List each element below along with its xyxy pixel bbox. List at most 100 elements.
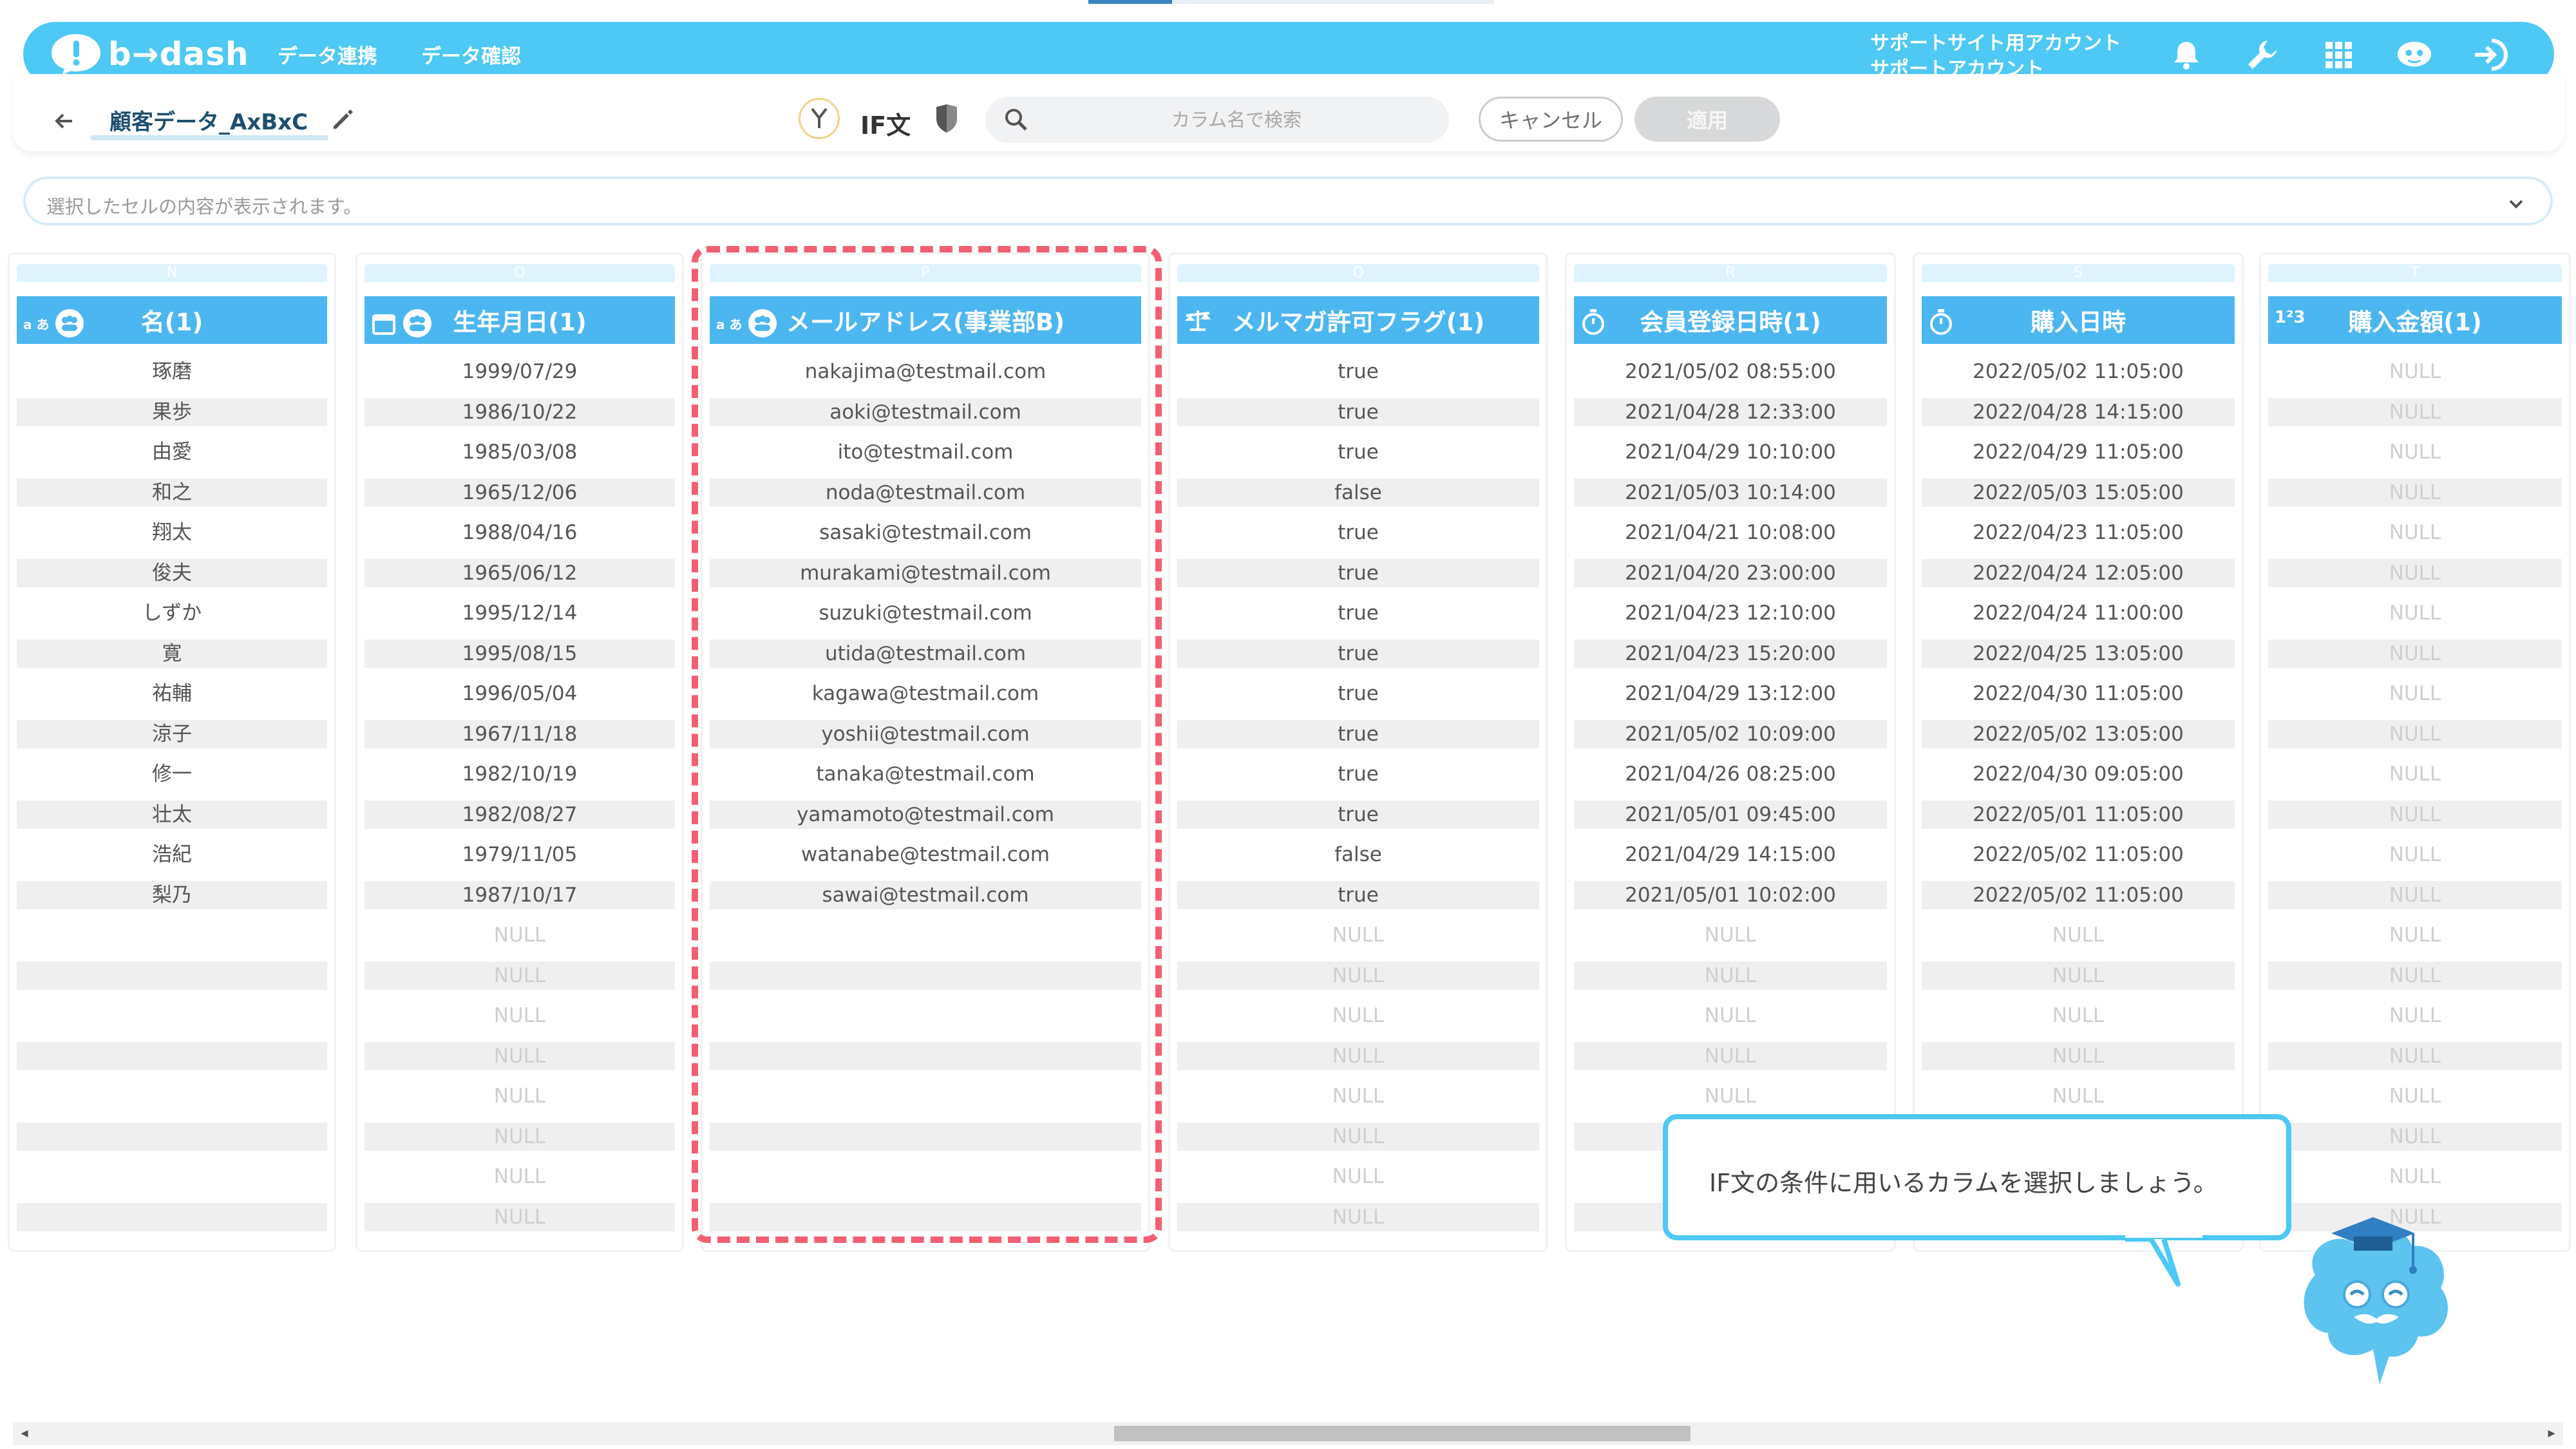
table-cell[interactable]: 1995/12/14 — [365, 599, 675, 627]
column-letter[interactable]: S — [1922, 264, 2235, 282]
table-cell[interactable]: 1985/03/08 — [365, 438, 675, 466]
table-cell[interactable]: NULL — [365, 921, 675, 949]
scroll-right-icon[interactable]: ▸ — [2544, 1426, 2559, 1441]
column-o[interactable]: O 生年月日(1) 1999/07/29 1986/10/22 1985/03/08 19… — [355, 252, 684, 1252]
table-cell[interactable]: NULL — [2268, 478, 2562, 507]
table-cell[interactable]: 2021/05/03 10:14:00 — [1574, 478, 1887, 507]
table-cell[interactable]: NULL — [1922, 921, 2235, 949]
table-cell[interactable]: true — [1177, 558, 1539, 587]
scroll-thumb[interactable] — [1114, 1426, 1690, 1441]
table-cell[interactable]: NULL — [2268, 518, 2562, 547]
table-cell[interactable]: NULL — [1574, 1082, 1887, 1110]
table-cell[interactable]: NULL — [1922, 961, 2235, 990]
table-cell[interactable]: 2022/05/02 13:05:00 — [1922, 719, 2235, 748]
table-cell[interactable]: NULL — [365, 1041, 675, 1070]
logout-icon[interactable] — [2472, 36, 2509, 73]
table-cell[interactable]: 1982/08/27 — [365, 800, 675, 829]
table-cell[interactable]: 1986/10/22 — [365, 397, 675, 426]
table-cell[interactable]: NULL — [2268, 961, 2562, 990]
table-cell[interactable]: true — [1177, 800, 1539, 829]
table-cell[interactable]: 2022/04/29 11:05:00 — [1922, 438, 2235, 466]
search-input[interactable] — [1043, 103, 1430, 137]
table-cell[interactable]: true — [1177, 760, 1539, 788]
back-arrow-icon[interactable] — [52, 108, 77, 134]
table-cell[interactable]: 1979/11/05 — [365, 840, 675, 869]
table-cell[interactable]: NULL — [365, 1162, 675, 1191]
table-cell[interactable]: NULL — [1177, 1202, 1539, 1231]
horizontal-scrollbar[interactable]: ◂ ▸ — [13, 1422, 2563, 1445]
table-cell[interactable]: false — [1177, 840, 1539, 869]
column-header[interactable]: a あ 名(1) — [17, 296, 327, 344]
table-cell[interactable]: 1987/10/17 — [365, 880, 675, 909]
table-cell[interactable]: 2022/05/02 11:05:00 — [1922, 357, 2235, 386]
table-cell[interactable]: 2021/05/01 10:02:00 — [1574, 880, 1887, 909]
table-cell[interactable]: 2021/05/02 10:09:00 — [1574, 719, 1887, 748]
table-cell[interactable]: NULL — [2268, 760, 2562, 788]
table-cell[interactable]: 涼子 — [17, 719, 327, 748]
table-cell[interactable]: 2021/04/29 13:12:00 — [1574, 679, 1887, 708]
table-cell[interactable]: true — [1177, 518, 1539, 547]
table-cell[interactable]: 2022/04/30 11:05:00 — [1922, 679, 2235, 708]
table-cell[interactable] — [17, 961, 327, 990]
table-cell[interactable]: NULL — [1177, 961, 1539, 990]
table-cell[interactable]: 2021/04/23 12:10:00 — [1574, 599, 1887, 627]
table-cell[interactable]: 寛 — [17, 639, 327, 668]
table-cell[interactable]: NULL — [1177, 921, 1539, 949]
nav-data-integration[interactable]: データ連携 — [278, 40, 377, 69]
table-cell[interactable] — [17, 921, 327, 949]
column-q[interactable]: Q メルマガ許可フラグ(1) true true true false true true tr… — [1168, 252, 1548, 1252]
table-cell[interactable]: NULL — [365, 1202, 675, 1231]
if-label[interactable]: IF文 — [860, 106, 911, 141]
table-cell[interactable]: 2022/05/01 11:05:00 — [1922, 800, 2235, 829]
table-cell[interactable]: 2021/04/29 10:10:00 — [1574, 438, 1887, 466]
table-cell[interactable]: NULL — [365, 1001, 675, 1030]
table-cell[interactable]: true — [1177, 357, 1539, 386]
table-cell[interactable]: 2022/04/23 11:05:00 — [1922, 518, 2235, 547]
table-cell[interactable]: 1988/04/16 — [365, 518, 675, 547]
column-header[interactable]: 生年月日(1) — [365, 296, 675, 344]
table-cell[interactable]: NULL — [365, 1082, 675, 1110]
table-cell[interactable]: NULL — [2268, 357, 2562, 386]
table-cell[interactable]: NULL — [2268, 1162, 2562, 1191]
table-cell[interactable]: しずか — [17, 599, 327, 627]
table-cell[interactable]: true — [1177, 438, 1539, 466]
table-cell[interactable]: NULL — [2268, 438, 2562, 466]
table-cell[interactable]: NULL — [2268, 397, 2562, 426]
chevron-down-icon[interactable] — [2505, 193, 2527, 215]
cell-preview[interactable]: 選択したセルの内容が表示されます。 — [23, 176, 2553, 225]
table-cell[interactable]: NULL — [1922, 1001, 2235, 1030]
table-cell[interactable]: 1982/10/19 — [365, 760, 675, 788]
column-letter[interactable]: Q — [1177, 264, 1539, 282]
column-t[interactable]: T 1²3 購入金額(1) NULL NULL NULL NULL NULL NULL NULL N… — [2259, 252, 2571, 1252]
column-header[interactable]: 会員登録日時(1) — [1574, 296, 1887, 344]
nav-data-check[interactable]: データ確認 — [421, 40, 521, 69]
table-cell[interactable] — [17, 1001, 327, 1030]
column-letter[interactable]: N — [17, 264, 327, 282]
table-cell[interactable]: 1967/11/18 — [365, 719, 675, 748]
mascot-face-icon[interactable] — [2396, 36, 2433, 73]
grid-icon[interactable] — [2320, 36, 2357, 73]
column-header[interactable]: 1²3 購入金額(1) — [2268, 296, 2562, 344]
column-n[interactable]: Na あ 名(1) 琢磨 果歩 由愛 和之 翔太 俊夫 しずか寛祐輔 涼子 修一 壮太 浩紀 梨乃 — [8, 252, 336, 1252]
table-cell[interactable]: NULL — [365, 961, 675, 990]
table-cell[interactable] — [17, 1122, 327, 1151]
table-cell[interactable]: 2021/04/23 15:20:00 — [1574, 639, 1887, 668]
cancel-button[interactable]: キャンセル — [1479, 97, 1623, 142]
table-cell[interactable]: 1999/07/29 — [365, 357, 675, 386]
table-cell[interactable]: 1996/05/04 — [365, 679, 675, 708]
wrench-icon[interactable] — [2244, 36, 2281, 73]
table-cell[interactable]: NULL — [1574, 961, 1887, 990]
bell-icon[interactable] — [2168, 36, 2205, 73]
table-cell[interactable]: 2022/04/24 12:05:00 — [1922, 558, 2235, 587]
table-cell[interactable]: 2021/04/26 08:25:00 — [1574, 760, 1887, 788]
table-cell[interactable]: NULL — [1574, 921, 1887, 949]
table-cell[interactable]: 2022/05/02 11:05:00 — [1922, 840, 2235, 869]
table-cell[interactable]: NULL — [1177, 1082, 1539, 1110]
table-cell[interactable]: 浩紀 — [17, 840, 327, 869]
pencil-icon[interactable] — [330, 107, 354, 131]
column-header[interactable]: 購入日時 — [1922, 296, 2235, 344]
table-cell[interactable]: NULL — [2268, 679, 2562, 708]
if-branch-icon[interactable] — [799, 98, 840, 139]
table-cell[interactable]: NULL — [1177, 1122, 1539, 1151]
table-cell[interactable]: 修一 — [17, 760, 327, 788]
